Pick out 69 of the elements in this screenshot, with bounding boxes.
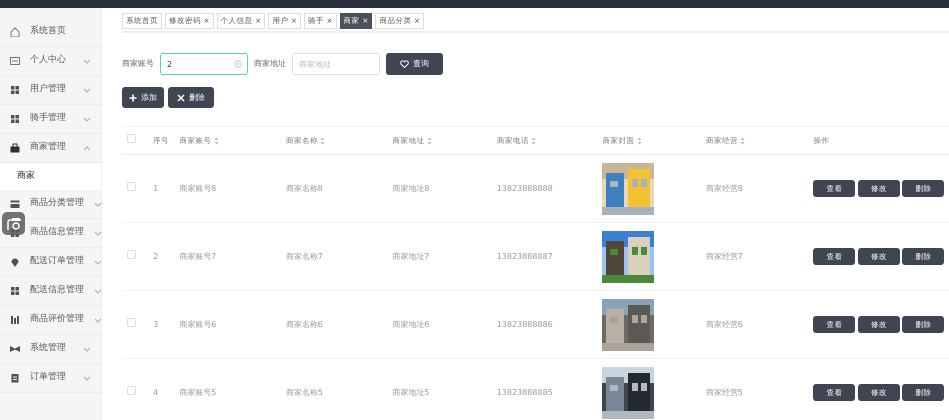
sidebar-item[interactable]: 系统首页	[0, 18, 101, 47]
table-cell: 商家地址7	[392, 252, 430, 260]
field-label: 商家地址	[254, 58, 286, 70]
home-icon	[10, 27, 20, 37]
sort-icon[interactable]	[426, 136, 432, 144]
query-button[interactable]: 查询	[386, 53, 443, 75]
plus-icon	[129, 94, 137, 102]
table-cell: 商家名称7	[286, 252, 323, 260]
table-cell: 商家经营8	[706, 184, 743, 192]
table-cell: 商家账号7	[179, 252, 216, 260]
table-cell: 商家账号6	[179, 320, 216, 328]
chart-icon	[10, 315, 20, 325]
field-label: 商家账号	[122, 58, 154, 70]
account-field[interactable]: 2	[160, 53, 248, 75]
sort-icon[interactable]	[320, 136, 326, 144]
grid-icon	[10, 114, 20, 124]
table-cell: 商家经营7	[706, 252, 743, 260]
sidebar-subitem[interactable]: 商家	[0, 163, 101, 190]
checkbox[interactable]	[127, 318, 136, 327]
row-number: 1	[153, 184, 158, 192]
heart-icon	[400, 60, 409, 68]
table-cell: 商家地址8	[392, 184, 430, 192]
table-cell: 商家经营5	[706, 388, 743, 396]
row-number: 4	[153, 388, 158, 396]
table-cell: 13823888885	[496, 388, 553, 396]
clear-icon[interactable]	[234, 60, 242, 68]
bars-icon	[10, 199, 20, 209]
table-cell: 13823888886	[496, 320, 553, 328]
table-cell: 13823888888	[496, 184, 553, 192]
checkbox[interactable]	[127, 386, 136, 395]
screenshot-button[interactable]	[2, 212, 25, 235]
sort-icon[interactable]	[636, 136, 642, 144]
sidebar-item[interactable]: 系统管理	[0, 335, 101, 364]
table-cell: 商家地址6	[392, 320, 430, 328]
address-field[interactable]: 商家地址	[292, 53, 380, 75]
sidebar-item[interactable]: 配送信息管理	[0, 277, 101, 306]
camera-icon	[6, 217, 20, 230]
table-cell: 商家地址5	[392, 388, 430, 396]
close-icon	[177, 94, 185, 102]
add-button[interactable]: 添加	[122, 87, 164, 108]
delete-button[interactable]: 删除	[168, 87, 214, 108]
table-cell: 商家名称5	[286, 388, 323, 396]
table-cell: 商家名称8	[286, 184, 323, 192]
sidebar-item[interactable]: 配送订单管理	[0, 248, 101, 277]
table-cell: 商家名称6	[286, 320, 323, 328]
checkbox[interactable]	[127, 182, 136, 191]
sidebar-item[interactable]: 订单管理	[0, 364, 101, 393]
pin-icon	[10, 257, 20, 267]
sort-icon[interactable]	[214, 136, 219, 144]
row-number: 2	[153, 252, 158, 260]
table-cell: 商家经营6	[706, 320, 743, 328]
ribbon-icon	[10, 344, 20, 354]
grid-icon	[10, 286, 20, 296]
sort-icon[interactable]	[740, 136, 746, 144]
sort-icon[interactable]	[531, 136, 536, 144]
table-cell: 13823888887	[496, 252, 553, 260]
briefcase-icon	[10, 143, 20, 153]
sidebar-item[interactable]: 骑手管理	[0, 105, 101, 134]
row-number: 3	[153, 320, 158, 328]
document-icon	[10, 373, 20, 383]
card-icon	[10, 56, 20, 66]
sidebar-item[interactable]: 用户管理	[0, 76, 101, 105]
checkbox[interactable]	[127, 134, 136, 144]
sidebar-item[interactable]: 个人中心	[0, 47, 101, 76]
grid-icon	[10, 85, 20, 95]
sidebar-item[interactable]: 商品评价管理	[0, 306, 101, 335]
table-cell: 商家账号5	[179, 388, 216, 396]
checkbox[interactable]	[127, 250, 136, 259]
table-cell: 商家账号8	[179, 184, 216, 192]
